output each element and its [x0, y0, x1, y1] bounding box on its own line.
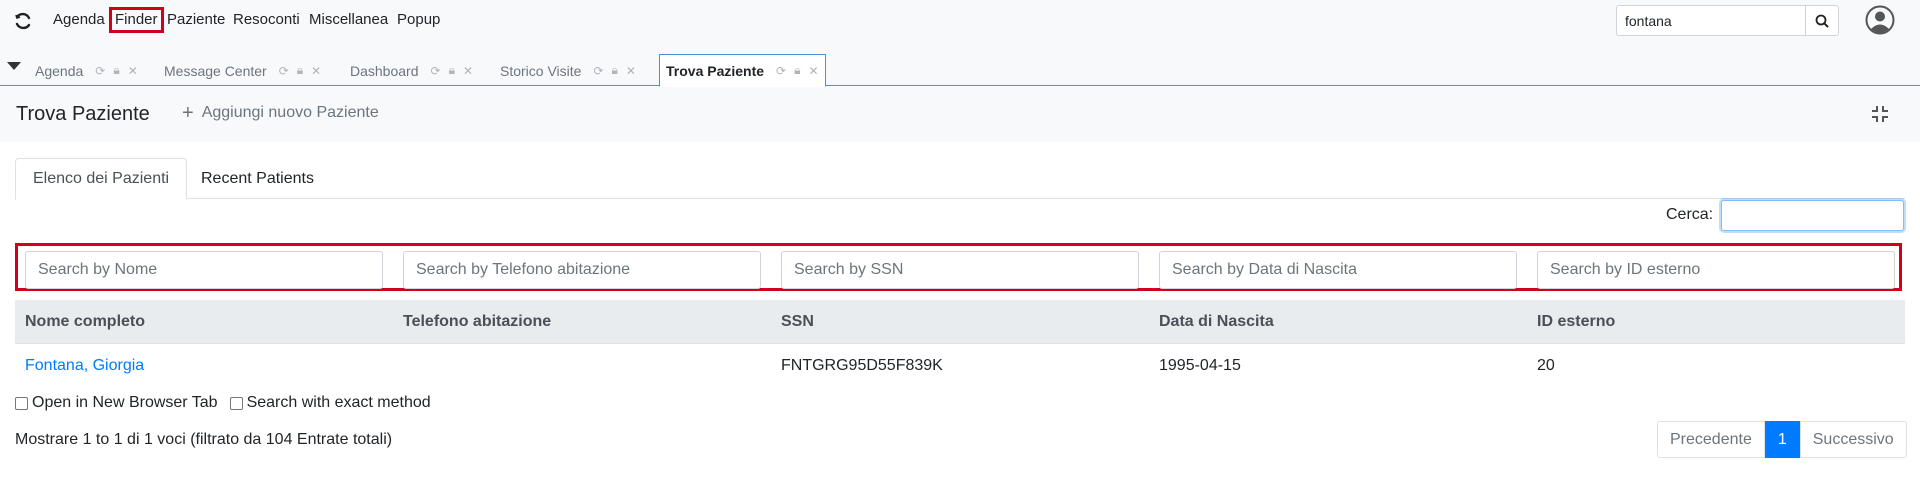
open-new-tab-option[interactable]: Open in New Browser Tab [15, 394, 218, 412]
cerca-label: Cerca: [1666, 206, 1714, 223]
tab-message-center[interactable]: Message Center ⟳ 🔒︎ ✕ [164, 55, 321, 86]
next-page-button[interactable]: Successivo [1799, 421, 1907, 458]
page-1-button[interactable]: 1 [1764, 421, 1800, 458]
table-info: Mostrare 1 to 1 di 1 voci (filtrato da 1… [15, 431, 393, 448]
menu-resoconti[interactable]: Resoconti [233, 11, 300, 29]
pagination: Precedente 1 Successivo [1657, 421, 1907, 458]
header-id-esterno[interactable]: ID esterno [1537, 313, 1615, 331]
top-navbar: Agenda Finder Paziente Resoconti Miscell… [0, 0, 1920, 40]
patient-name-link[interactable]: Fontana, Giorgia [25, 357, 144, 375]
exact-search-checkbox[interactable] [229, 396, 243, 410]
close-icon[interactable]: ✕ [809, 64, 819, 78]
tab-agenda[interactable]: Agenda ⟳ 🔒︎ ✕ [35, 55, 138, 86]
table-row[interactable]: Fontana, Giorgia FNTGRG95D55F839K 1995-0… [15, 344, 1905, 387]
lock-icon[interactable]: 🔒︎ [113, 63, 119, 78]
search-icon [1815, 14, 1829, 28]
filter-ssn-input[interactable] [781, 251, 1139, 289]
close-icon[interactable]: ✕ [626, 64, 636, 78]
lock-icon[interactable]: 🔒︎ [612, 63, 618, 78]
open-new-tab-checkbox[interactable] [15, 396, 28, 410]
page-header: Trova Paziente + Aggiungi nuovo Paziente [0, 87, 1920, 142]
search-options: Open in New Browser Tab Search with exac… [15, 394, 431, 412]
open-tabs-bar: Agenda ⟳ 🔒︎ ✕ Message Center ⟳ 🔒︎ ✕ Dash… [0, 40, 1920, 87]
tab-label: Trova Paziente [666, 62, 765, 79]
refresh-icon[interactable]: ⟳ [279, 64, 289, 78]
refresh-icon[interactable]: ⟳ [95, 64, 105, 78]
previous-page-button[interactable]: Precedente [1657, 421, 1765, 458]
user-account-icon[interactable] [1865, 5, 1895, 35]
tab-recent-patients[interactable]: Recent Patients [184, 158, 331, 199]
menu-popup[interactable]: Popup [397, 11, 440, 29]
tab-label: Agenda [35, 62, 84, 79]
exact-search-option[interactable]: Search with exact method [229, 394, 431, 412]
table-header: Nome completo Telefono abitazione SSN Da… [15, 300, 1905, 344]
filter-data-nascita-input[interactable] [1159, 251, 1517, 289]
search-button[interactable] [1805, 5, 1839, 36]
tab-dashboard[interactable]: Dashboard ⟳ 🔒︎ ✕ [350, 55, 473, 86]
add-patient-button[interactable]: + Aggiungi nuovo Paziente [182, 102, 379, 124]
caret-down-icon[interactable] [7, 62, 21, 70]
cell-ssn: FNTGRG95D55F839K [781, 357, 943, 374]
lock-icon[interactable]: 🔒︎ [297, 63, 303, 78]
menu-paziente[interactable]: Paziente [167, 11, 225, 29]
tab-label: Dashboard [350, 62, 419, 79]
header-telefono[interactable]: Telefono abitazione [403, 313, 551, 331]
exact-search-label: Search with exact method [246, 394, 431, 411]
header-nome-completo[interactable]: Nome completo [25, 313, 145, 331]
content-tabs: Elenco dei Pazienti Recent Patients [15, 158, 1905, 200]
collapse-icon[interactable] [1870, 104, 1890, 124]
filter-telefono-input[interactable] [403, 251, 761, 289]
cerca-input[interactable] [1721, 200, 1904, 231]
filter-nome-input[interactable] [25, 251, 383, 289]
global-search-input[interactable] [1616, 5, 1806, 36]
menu-finder[interactable]: Finder [109, 7, 164, 33]
tab-label: Storico Visite [500, 62, 582, 79]
add-patient-label: Aggiungi nuovo Paziente [201, 104, 379, 121]
refresh-icon[interactable]: ⟳ [593, 64, 603, 78]
menu-agenda[interactable]: Agenda [53, 11, 105, 29]
header-ssn[interactable]: SSN [781, 313, 814, 331]
menu-miscellanea[interactable]: Miscellanea [309, 11, 388, 29]
tab-elenco-pazienti[interactable]: Elenco dei Pazienti [15, 158, 188, 200]
header-data-nascita[interactable]: Data di Nascita [1159, 313, 1274, 331]
close-icon[interactable]: ✕ [463, 64, 473, 78]
column-filters [15, 243, 1902, 291]
tab-label: Message Center [164, 62, 267, 79]
cell-data-nascita: 1995-04-15 [1159, 357, 1241, 374]
tab-storico-visite[interactable]: Storico Visite ⟳ 🔒︎ ✕ [500, 55, 636, 86]
lock-icon[interactable]: 🔒︎ [794, 63, 800, 78]
page-title: Trova Paziente [16, 103, 150, 125]
open-new-tab-label: Open in New Browser Tab [32, 394, 218, 411]
plus-icon: + [182, 102, 194, 124]
filter-id-esterno-input[interactable] [1537, 251, 1895, 289]
tab-trova-paziente[interactable]: Trova Paziente ⟳ 🔒︎ ✕ [659, 54, 826, 87]
refresh-icon[interactable]: ⟳ [431, 64, 441, 78]
app-logo-icon[interactable] [13, 11, 33, 31]
close-icon[interactable]: ✕ [311, 64, 321, 78]
cell-id-esterno: 20 [1537, 357, 1555, 374]
refresh-icon[interactable]: ⟳ [776, 64, 786, 78]
lock-icon[interactable]: 🔒︎ [449, 63, 455, 78]
close-icon[interactable]: ✕ [128, 64, 138, 78]
